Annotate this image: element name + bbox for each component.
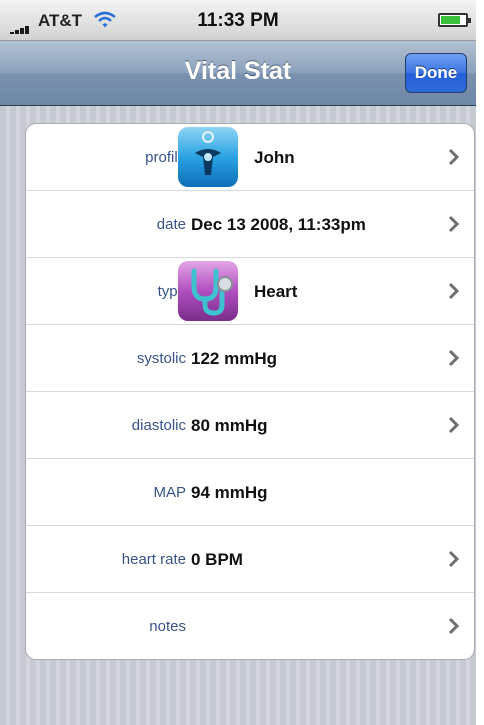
profile-person-icon (178, 127, 238, 187)
diastolic-row[interactable]: diastolic 80 mmHg (26, 392, 474, 459)
status-bar: AT&T 11:33 PM (0, 0, 476, 41)
map-value: 94 mmHg (191, 483, 268, 502)
date-row[interactable]: date Dec 13 2008, 11:33pm (26, 191, 474, 258)
status-time: 11:33 PM (197, 10, 279, 31)
vital-stat-table: profile John date Dec 13 2008, 11:33pm t… (25, 123, 475, 660)
map-label: MAP (153, 484, 186, 501)
diastolic-value: 80 mmHg (191, 416, 268, 435)
chevron-right-icon (448, 617, 460, 635)
diastolic-label: diastolic (131, 417, 186, 434)
chevron-right-icon (448, 550, 460, 568)
navigation-bar: Vital Stat Done (0, 41, 476, 106)
type-row[interactable]: type Heart (26, 258, 474, 325)
chevron-right-icon (448, 148, 460, 166)
date-label: date (156, 216, 186, 233)
chevron-right-icon (448, 416, 460, 434)
heart-rate-row[interactable]: heart rate 0 BPM (26, 526, 474, 593)
systolic-row[interactable]: systolic 122 mmHg (26, 325, 474, 392)
notes-row[interactable]: notes (26, 593, 474, 659)
heart-rate-value: 0 BPM (191, 550, 243, 569)
type-value: Heart (254, 282, 298, 301)
map-row: MAP 94 mmHg (26, 459, 474, 526)
content-area: profile John date Dec 13 2008, 11:33pm t… (0, 106, 476, 725)
profile-row[interactable]: profile John (26, 124, 474, 191)
chevron-right-icon (448, 282, 460, 300)
done-button[interactable]: Done (405, 53, 467, 93)
battery-icon (438, 13, 471, 27)
notes-label: notes (149, 618, 186, 635)
heart-rate-label: heart rate (121, 551, 186, 568)
chevron-right-icon (448, 349, 460, 367)
phone-screen: AT&T 11:33 PM Vital Stat Done profile Jo… (0, 0, 476, 725)
date-value: Dec 13 2008, 11:33pm (191, 215, 366, 234)
chevron-right-icon (448, 215, 460, 233)
systolic-value: 122 mmHg (191, 349, 277, 368)
profile-value: John (254, 148, 295, 167)
systolic-label: systolic (136, 350, 186, 367)
stethoscope-icon (178, 261, 238, 321)
